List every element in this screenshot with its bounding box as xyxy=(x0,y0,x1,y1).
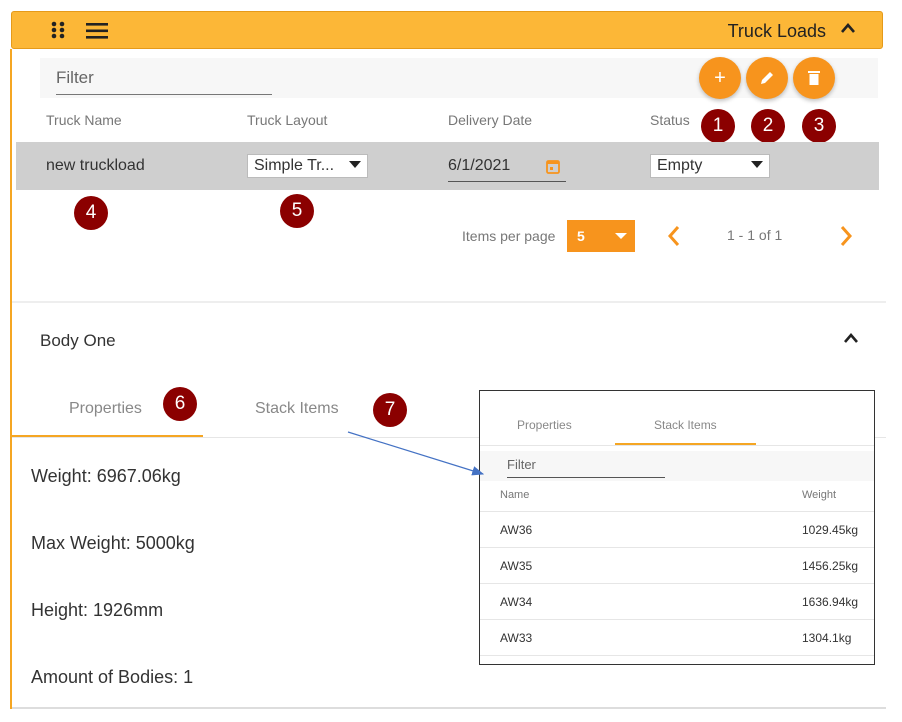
list-item-name[interactable]: AW34 xyxy=(500,595,532,609)
column-header-delivery-date[interactable]: Delivery Date xyxy=(448,112,532,128)
list-item-name[interactable]: AW33 xyxy=(500,631,532,645)
column-header-truck-layout[interactable]: Truck Layout xyxy=(247,112,327,128)
inset-tab-properties[interactable]: Properties xyxy=(517,418,572,432)
previous-page-icon[interactable] xyxy=(666,225,682,247)
truck-layout-select[interactable]: Simple Tr... xyxy=(247,154,368,178)
list-item-weight: 1029.45kg xyxy=(802,523,859,537)
date-underline xyxy=(448,181,566,182)
tab-stack-items[interactable]: Stack Items xyxy=(255,400,339,418)
dropdown-caret-icon xyxy=(349,161,361,168)
filter-input[interactable]: Filter xyxy=(56,68,94,88)
list-item-weight: 1456.25kg xyxy=(802,559,859,573)
marker-6: 6 xyxy=(163,387,197,421)
row-divider xyxy=(480,655,874,656)
delete-button[interactable] xyxy=(793,57,835,99)
hamburger-menu-icon[interactable] xyxy=(86,23,110,39)
marker-2: 2 xyxy=(751,109,785,143)
truck-loads-header: Truck Loads xyxy=(11,11,883,49)
card-bottom-edge xyxy=(12,707,886,709)
chevron-up-icon[interactable] xyxy=(840,22,856,34)
column-header-truck-name[interactable]: Truck Name xyxy=(46,112,122,128)
section-divider xyxy=(12,301,886,303)
inset-column-header-name[interactable]: Name xyxy=(500,489,529,501)
chevron-up-icon[interactable] xyxy=(843,332,859,344)
property-height: Height: 1926mm xyxy=(31,600,164,620)
list-item-name[interactable]: AW35 xyxy=(500,559,532,573)
items-per-page-select[interactable]: 5 xyxy=(567,220,635,252)
edit-button[interactable] xyxy=(746,57,788,99)
stack-items-preview: Properties Stack Items Filter Name Weigh… xyxy=(479,390,875,665)
list-item-weight: 1636.94kg xyxy=(802,595,859,609)
marker-3: 3 xyxy=(802,109,836,143)
marker-7: 7 xyxy=(373,393,407,427)
truck-layout-value: Simple Tr... xyxy=(254,157,335,174)
inset-tab-divider xyxy=(480,445,874,446)
dropdown-caret-icon xyxy=(615,233,627,239)
marker-5: 5 xyxy=(280,194,314,228)
calendar-icon[interactable] xyxy=(546,159,560,174)
items-per-page-label: Items per page xyxy=(462,228,556,244)
list-item-weight: 1304.1kg xyxy=(802,631,852,645)
left-accent-line xyxy=(10,49,12,709)
items-per-page-value: 5 xyxy=(577,228,585,244)
tab-properties[interactable]: Properties xyxy=(69,400,142,418)
property-weight: Weight: 6967.06kg xyxy=(31,466,181,486)
page-title: Truck Loads xyxy=(727,21,826,41)
row-divider xyxy=(480,619,874,620)
column-header-status[interactable]: Status xyxy=(650,112,690,128)
next-page-icon[interactable] xyxy=(838,225,854,247)
trash-icon xyxy=(808,71,820,85)
inset-tab-stack-items[interactable]: Stack Items xyxy=(654,418,717,432)
list-item-name[interactable]: AW36 xyxy=(500,523,532,537)
row-divider xyxy=(480,547,874,548)
property-max-weight: Max Weight: 5000kg xyxy=(31,533,195,553)
inset-filter-underline xyxy=(507,477,665,478)
page-range: 1 - 1 of 1 xyxy=(727,227,783,243)
body-title: Body One xyxy=(40,331,116,350)
property-amount-of-bodies: Amount of Bodies: 1 xyxy=(31,667,194,687)
delivery-date-input[interactable]: 6/1/2021 xyxy=(448,157,510,175)
pencil-icon xyxy=(761,72,773,84)
row-divider xyxy=(480,511,874,512)
status-select[interactable]: Empty xyxy=(650,154,770,178)
status-value: Empty xyxy=(657,157,703,174)
marker-4: 4 xyxy=(74,196,108,230)
inset-column-header-weight[interactable]: Weight xyxy=(802,489,836,501)
add-button[interactable]: + xyxy=(699,57,741,99)
marker-1: 1 xyxy=(701,109,735,143)
filter-underline xyxy=(56,94,272,95)
truck-name-cell[interactable]: new truckload xyxy=(46,157,145,175)
drag-grid-icon[interactable] xyxy=(50,21,66,39)
inset-filter-input[interactable]: Filter xyxy=(507,457,536,472)
row-divider xyxy=(480,583,874,584)
dropdown-caret-icon xyxy=(751,161,763,168)
add-icon: + xyxy=(714,66,726,89)
